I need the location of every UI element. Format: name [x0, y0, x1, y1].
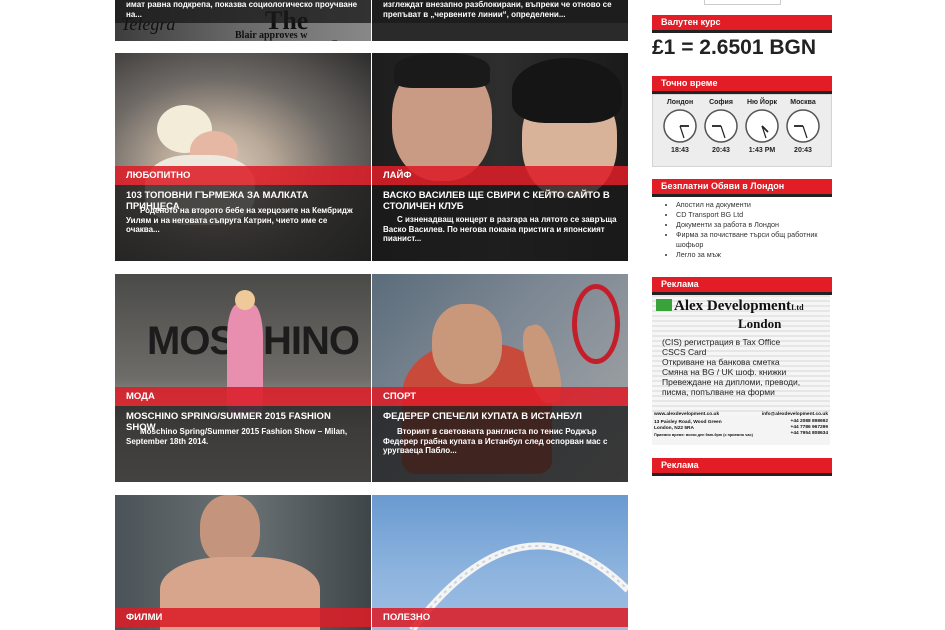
racket: [572, 284, 620, 364]
ad-link[interactable]: Фирма за почистване търси общ работник ш…: [676, 230, 830, 250]
category-label: ПОЛЕЗНО: [383, 612, 431, 623]
currency-widget-heading: Валутен курс: [652, 15, 832, 33]
category-bar[interactable]: СПОРТ: [372, 387, 628, 406]
card-excerpt: имат равна подкрепа, показва социологиче…: [126, 0, 358, 19]
article-excerpt: Роденото на второто бебе на херцозите на…: [126, 206, 353, 234]
ads-list: Апостил на документи CD Transport BG Ltd…: [652, 200, 830, 260]
hair-right: [512, 58, 622, 123]
category-label: СПОРТ: [383, 391, 417, 402]
article-card-federer[interactable]: СПОРТ ФЕДЕРЕР СПЕЧЕЛИ КУПАТА В ИСТАНБУЛ …: [372, 274, 628, 482]
category-label: ФИЛМИ: [126, 612, 163, 623]
clock-sofia: София 20:43: [701, 99, 741, 154]
category-label: МОДА: [126, 391, 155, 402]
category-bar[interactable]: ЛАЙФ: [372, 166, 628, 185]
clocks-panel: Лондон 18:43 София 20:43 Ню Йорк 1:43 PM…: [652, 94, 832, 167]
clock-face-icon: [663, 109, 697, 143]
player-head: [432, 304, 502, 384]
clock-moscow: Москва 20:43: [783, 99, 823, 154]
time-widget-heading: Точно време: [652, 76, 832, 94]
article-excerpt: С изненадващ концерт в разгара на лятото…: [383, 215, 617, 243]
clock-face-icon: [786, 109, 820, 143]
promo-logo-icon: [656, 299, 672, 311]
category-bar[interactable]: ПОЛЕЗНО: [372, 608, 628, 627]
article-card-films[interactable]: ФИЛМИ: [115, 495, 371, 630]
model-head: [235, 290, 255, 310]
ad-link[interactable]: Документи за работа в Лондон: [676, 220, 830, 230]
top-card-right[interactable]: изглеждат внезапно разблокирани, въпреки…: [372, 0, 628, 41]
newspaper-subline: Blair approves w: [235, 30, 308, 41]
category-label: ЛЮБОПИТНО: [126, 170, 191, 181]
clock-london: Лондон 18:43: [660, 99, 700, 154]
category-bar[interactable]: МОДА: [115, 387, 371, 406]
clock-face-icon: [745, 109, 779, 143]
ad-link[interactable]: Апостил на документи: [676, 200, 830, 210]
card-excerpt: изглеждат внезапно разблокирани, въпреки…: [383, 0, 612, 19]
article-card-moschino[interactable]: MOSCHINO МОДА MOSCHINO SPRING/SUMMER 201…: [115, 274, 371, 482]
article-card-vasko[interactable]: ЛАЙФ ВАСКО ВАСИЛЕВ ЩЕ СВИРИ С КЕЙТО САЙТ…: [372, 53, 628, 261]
promo-services: (CIS) регистрация в Tax Office CSCS Card…: [662, 337, 801, 397]
clock-face-icon: [704, 109, 738, 143]
article-excerpt: Вторият в световната ранглиста по тенис …: [383, 427, 608, 455]
sidebar-top-edge: [704, 0, 781, 5]
hair-left: [394, 53, 490, 88]
promo-widget-heading: Реклама: [652, 277, 832, 295]
category-bar[interactable]: ФИЛМИ: [115, 608, 371, 627]
promo-city: London: [738, 316, 782, 331]
promo-brand: Alex DevelopmentLtd: [674, 298, 804, 314]
category-bar[interactable]: ЛЮБОПИТНО: [115, 166, 371, 185]
category-label: ЛАЙФ: [383, 170, 412, 181]
article-title[interactable]: ВАСКО ВАСИЛЕВ ЩЕ СВИРИ С КЕЙТО САЙТО В С…: [383, 190, 618, 212]
actor-head: [200, 495, 260, 565]
top-card-left[interactable]: The Guard Blair approves w Telegra имат …: [115, 0, 371, 41]
ad-link[interactable]: CD Transport BG Ltd: [676, 210, 830, 220]
article-card-princess[interactable]: ЛЮБОПИТНО 103 ТОПОВНИ ГЪРМЕЖА ЗА МАЛКАТА…: [115, 53, 371, 261]
clock-newyork: Ню Йорк 1:43 PM: [742, 99, 782, 154]
ads-widget-heading: Безплатни Обяви в Лондон: [652, 179, 832, 197]
promo-contact: www.alexdevelopment.co.uk info@alexdevel…: [654, 412, 828, 437]
article-card-useful[interactable]: ПОЛЕЗНО: [372, 495, 628, 630]
promo-banner[interactable]: Alex DevelopmentLtd London (CIS) регистр…: [652, 295, 830, 445]
article-title[interactable]: ФЕДЕРЕР СПЕЧЕЛИ КУПАТА В ИСТАНБУЛ: [383, 411, 618, 422]
article-excerpt: Moschino Spring/Summer 2015 Fashion Show…: [126, 427, 348, 446]
promo2-widget-heading: Реклама: [652, 458, 832, 476]
ad-link[interactable]: Легло за мъж: [676, 250, 830, 260]
currency-rate: £1 = 2.6501 BGN: [652, 36, 817, 59]
